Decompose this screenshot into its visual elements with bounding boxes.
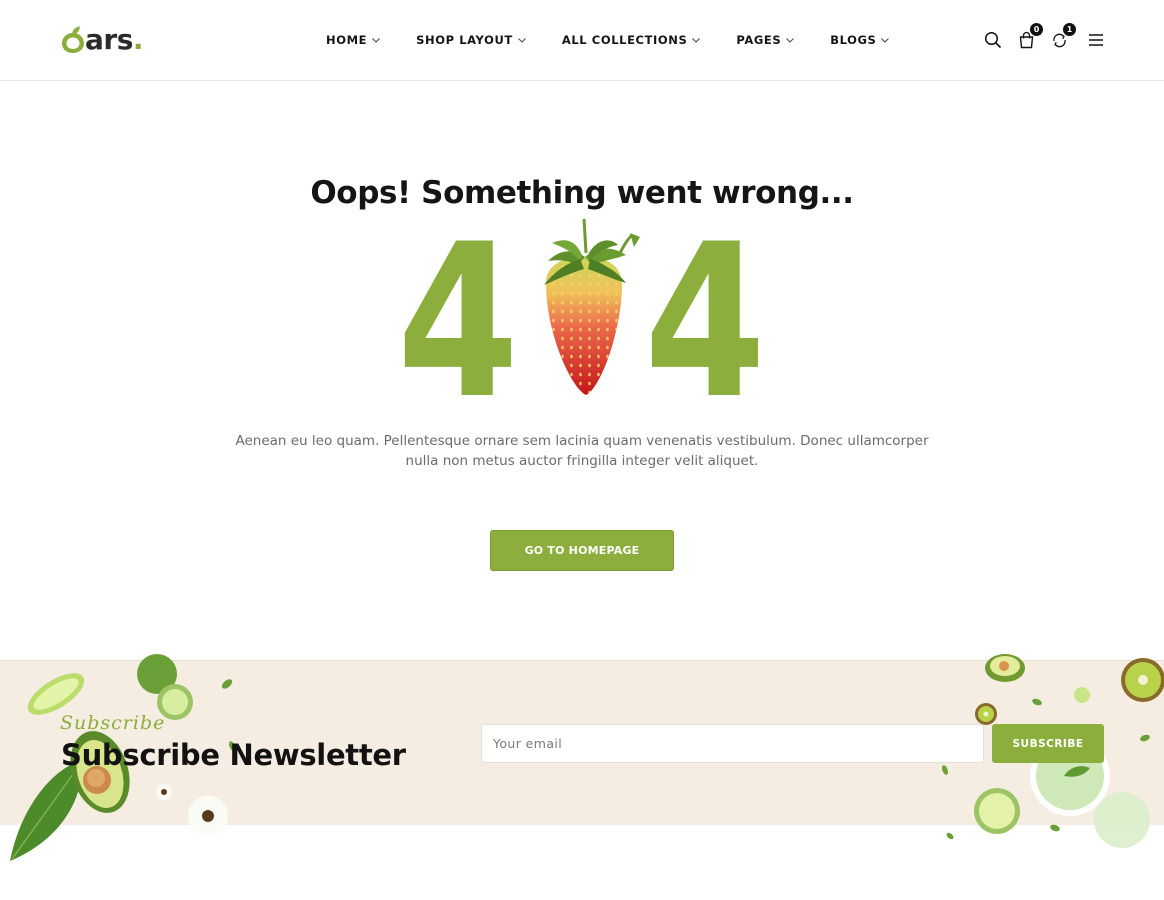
chevron-down-icon [786,38,795,43]
nav-home[interactable]: HOME [326,31,381,49]
cart-button[interactable]: 0 [1016,23,1043,51]
header-actions: 0 1 [983,23,1106,51]
nav-blogs-label: BLOGS [830,33,877,47]
logo-text: ars. [85,23,144,56]
go-to-homepage-button[interactable]: GO TO HOMEPAGE [490,530,674,571]
logo-leaf-icon [62,26,84,53]
nav-all-collections[interactable]: ALL COLLECTIONS [562,31,702,49]
cart-count-badge: 0 [1030,23,1043,36]
email-input[interactable] [481,724,984,763]
menu-icon [1089,34,1103,46]
nav-shop-layout-label: SHOP LAYOUT [416,33,513,47]
nav-all-collections-label: ALL COLLECTIONS [561,33,688,47]
compare-count-badge: 1 [1063,23,1076,36]
nav-pages[interactable]: PAGES [736,31,795,49]
error-code-right: 4 [644,217,766,397]
nav-shop-layout[interactable]: SHOP LAYOUT [416,31,527,49]
site-header: ars. HOME SHOP LAYOUT ALL COLLECTIONS PA… [0,0,1164,81]
error-404-graphic: 4 4 [397,198,769,445]
chevron-down-icon [517,38,526,43]
strawberry-image [544,218,640,395]
error-title: Oops! Something went wrong... [310,175,854,211]
error-section: Oops! Something went wrong... 4 4 Aenean… [0,81,1164,660]
error-404-svg: 4 4 [397,198,766,445]
nav-pages-label: PAGES [736,33,782,47]
error-code-left: 4 [397,217,519,397]
menu-button[interactable] [1086,29,1106,51]
search-button[interactable] [983,29,1003,51]
newsletter-script-label: Subscribe [60,712,166,734]
subscribe-button[interactable]: SUBSCRIBE [992,724,1104,763]
nav-blogs[interactable]: BLOGS [830,31,890,49]
nav-home-label: HOME [326,33,368,47]
compare-button[interactable]: 1 [1049,23,1076,51]
chevron-down-icon [881,38,890,43]
chevron-down-icon [692,38,701,43]
site-logo[interactable]: ars. [60,22,144,58]
search-icon [984,31,1002,49]
chevron-down-icon [372,38,380,43]
main-nav: HOME SHOP LAYOUT ALL COLLECTIONS PAGES B… [326,31,890,49]
newsletter-title: Subscribe Newsletter [61,738,406,772]
error-description: Aenean eu leo quam. Pellentesque ornare … [235,433,929,469]
